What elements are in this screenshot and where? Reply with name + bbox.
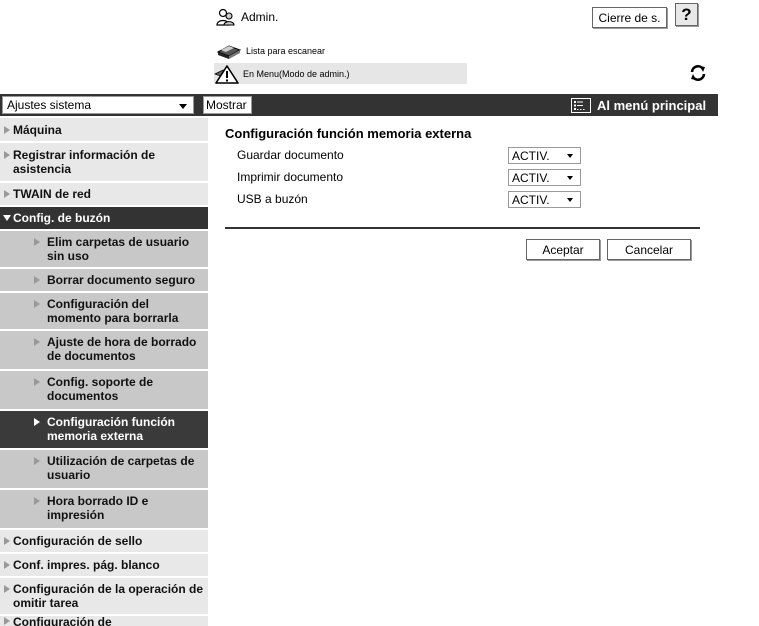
ok-button[interactable]: Aceptar [526,239,600,260]
mode-status-bar: En Menu(Modo de admin.) [214,63,467,84]
arrow-right-icon [4,561,10,569]
save-document-select[interactable]: ACTIV. [508,147,581,164]
sidebar-item-id-print-delete[interactable]: Hora borrado ID e impresión [0,490,208,528]
arrow-right-icon [4,126,10,134]
save-document-value: ACTIV. [512,148,550,163]
admin-user-icon [216,8,235,26]
arrow-right-icon [4,617,10,625]
sidebar-item-delete-time[interactable]: Ajuste de hora de borrado de documentos [0,331,208,369]
chevron-down-icon [567,154,573,158]
arrow-right-icon [4,190,10,198]
arrow-right-icon [4,585,10,593]
admin-user-label: Admin. [241,10,279,24]
cancel-button[interactable]: Cancelar [607,239,691,260]
arrow-right-icon [34,338,40,346]
sidebar-item-delete-timing[interactable]: Configuración del momento para borrarla [0,293,208,329]
chevron-down-icon [179,104,187,109]
arrow-right-icon [34,276,40,284]
arrow-right-icon [34,238,40,246]
main-menu-link[interactable]: Al menú principal [571,96,706,114]
sidebar-item-delete-unused-folders[interactable]: Elim carpetas de usuario sin uso [0,231,208,267]
logout-button[interactable]: Cierre de s. [592,7,667,28]
sidebar-item-user-folders[interactable]: Utilización de carpetas de usuario [0,450,208,488]
scanner-icon [216,45,242,59]
sidebar-item-network-twain[interactable]: TWAIN de red [0,183,208,205]
sidebar-item-secure-delete[interactable]: Borrar documento seguro [0,269,208,291]
sidebar-item-machine[interactable]: Máquina [0,118,208,141]
print-document-value: ACTIV. [512,170,550,185]
arrow-right-icon [34,457,40,465]
help-button[interactable]: ? [675,3,698,26]
usb-to-box-value: ACTIV. [512,192,550,207]
sidebar-item-skip-job[interactable]: Configuración de la operación de omitir … [0,578,208,614]
divider [225,227,700,229]
arrow-down-icon [3,215,11,221]
sidebar-item-configuration[interactable]: Configuración de [0,616,208,626]
sidebar-item-blank-page[interactable]: Conf. impres. pág. blanco [0,554,208,576]
chevron-down-icon [567,198,573,202]
arrow-right-icon [4,537,10,545]
menu-bar: Ajustes sistema Mostrar Al menú principa… [0,94,718,116]
sidebar-item-external-memory[interactable]: Configuración función memoria externa [0,411,208,448]
scan-list-link[interactable]: Lista para escanear [216,42,325,60]
arrow-right-icon [34,418,40,426]
admin-user: Admin. [216,6,278,28]
sidebar-item-box-settings[interactable]: Config. de buzón [0,207,208,229]
arrow-right-icon [4,151,10,159]
refresh-button[interactable] [688,63,708,83]
arrow-right-icon [34,497,40,505]
save-document-label: Guardar documento [237,148,344,162]
sidebar-item-document-support[interactable]: Config. soporte de documentos [0,371,208,409]
chevron-down-icon [567,176,573,180]
main-menu-label: Al menú principal [597,97,707,113]
show-button[interactable]: Mostrar [203,96,252,114]
usb-to-box-select[interactable]: ACTIV. [508,191,581,208]
arrow-right-icon [34,300,40,308]
category-select[interactable]: Ajustes sistema [2,96,194,114]
arrow-right-icon [34,378,40,386]
scan-list-label: Lista para escanear [246,46,326,56]
refresh-icon [688,63,708,83]
print-document-label: Imprimir documento [237,170,344,184]
main-menu-icon [571,97,591,113]
mode-status-label: En Menu(Modo de admin.) [243,68,350,79]
print-document-select[interactable]: ACTIV. [508,169,581,186]
category-select-value: Ajustes sistema [7,98,92,112]
sidebar-item-stamp-settings[interactable]: Configuración de sello [0,530,208,552]
usb-to-box-label: USB a buzón [237,192,308,206]
warning-printer-icon [214,64,239,84]
sidebar-item-register-assistance[interactable]: Registrar información de asistencia [0,143,208,181]
page-title: Configuración función memoria externa [225,126,472,141]
